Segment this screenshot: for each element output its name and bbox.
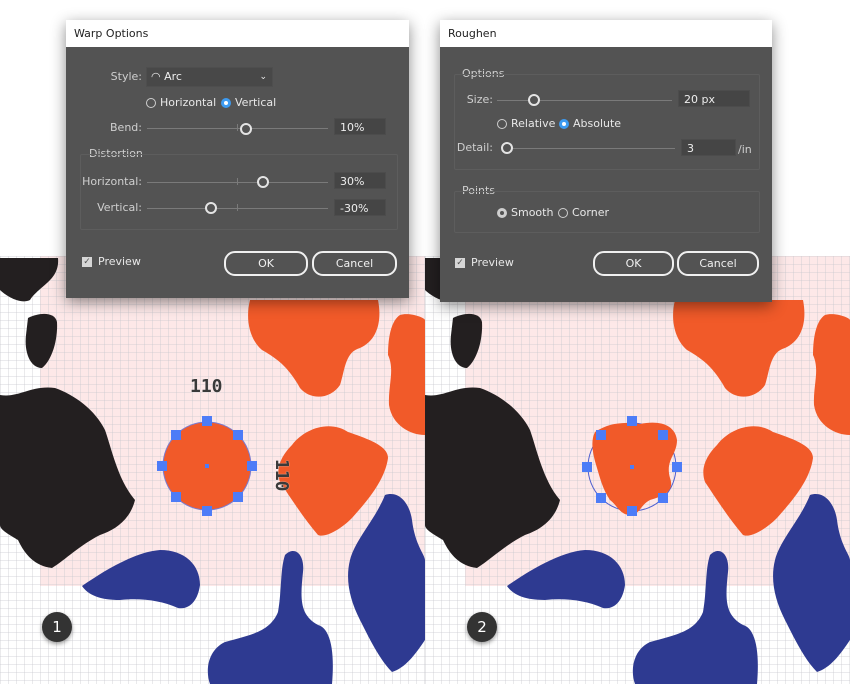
- checkmark-icon: ✓: [455, 257, 465, 268]
- chevron-down-icon: ⌄: [259, 72, 267, 82]
- style-label: Style:: [110, 70, 142, 83]
- radio-corner[interactable]: Corner: [558, 206, 609, 219]
- canvas-panel-1: 110 110 1: [0, 256, 425, 684]
- radio-smooth[interactable]: Smooth: [497, 206, 553, 219]
- detail-slider[interactable]: [502, 148, 675, 149]
- bend-input[interactable]: 10%: [334, 118, 386, 135]
- vertical-slider-handle[interactable]: [205, 202, 217, 214]
- preview-checkbox[interactable]: ✓ Preview: [455, 256, 514, 269]
- radio-vertical[interactable]: Vertical: [221, 96, 276, 109]
- step-badge: 2: [467, 612, 497, 642]
- style-value: Arc: [164, 70, 182, 83]
- ok-button[interactable]: OK: [593, 251, 674, 276]
- size-label: Size:: [466, 93, 493, 106]
- detail-unit: /in: [738, 143, 752, 156]
- horizontal-input[interactable]: 30%: [334, 172, 386, 189]
- preview-checkbox[interactable]: ✓ Preview: [82, 255, 141, 268]
- dialog-title: Roughen: [440, 20, 772, 47]
- radio-relative[interactable]: Relative: [497, 117, 555, 130]
- detail-input[interactable]: 3: [681, 139, 736, 156]
- horizontal-slider-handle[interactable]: [257, 176, 269, 188]
- height-dimension-label: 110: [271, 459, 292, 492]
- bend-slider-handle[interactable]: [240, 123, 252, 135]
- radio-horizontal[interactable]: Horizontal: [146, 96, 216, 109]
- size-input[interactable]: 20 px: [678, 90, 750, 107]
- size-slider-handle[interactable]: [528, 94, 540, 106]
- slider-center-tick: [237, 178, 238, 185]
- horizontal-label: Horizontal:: [82, 175, 142, 188]
- vertical-input[interactable]: -30%: [334, 199, 386, 216]
- cancel-button[interactable]: Cancel: [312, 251, 397, 276]
- arc-icon: ◠: [151, 70, 161, 83]
- size-slider[interactable]: [497, 100, 672, 101]
- slider-center-tick: [237, 204, 238, 211]
- radio-absolute[interactable]: Absolute: [559, 117, 621, 130]
- detail-label: Detail:: [456, 141, 493, 154]
- roughened-shape[interactable]: [582, 416, 682, 516]
- detail-slider-handle[interactable]: [501, 142, 513, 154]
- bend-label: Bend:: [110, 121, 142, 134]
- roughen-dialog: Roughen Options Size: 20 px Relative Abs…: [440, 20, 772, 302]
- slider-center-tick: [237, 124, 238, 131]
- dialog-title: Warp Options: [66, 20, 409, 47]
- style-dropdown[interactable]: ◠ Arc ⌄: [146, 67, 273, 87]
- selected-circle[interactable]: [157, 416, 257, 516]
- ok-button[interactable]: OK: [224, 251, 308, 276]
- vertical-label: Vertical:: [97, 201, 142, 214]
- distortion-group: [80, 154, 398, 230]
- warp-options-dialog: Warp Options Style: ◠ Arc ⌄ Horizontal V…: [66, 20, 409, 298]
- checkmark-icon: ✓: [82, 256, 92, 267]
- width-dimension-label: 110: [190, 376, 223, 397]
- canvas-panel-2: 2: [425, 256, 850, 684]
- step-badge: 1: [42, 612, 72, 642]
- cancel-button[interactable]: Cancel: [677, 251, 759, 276]
